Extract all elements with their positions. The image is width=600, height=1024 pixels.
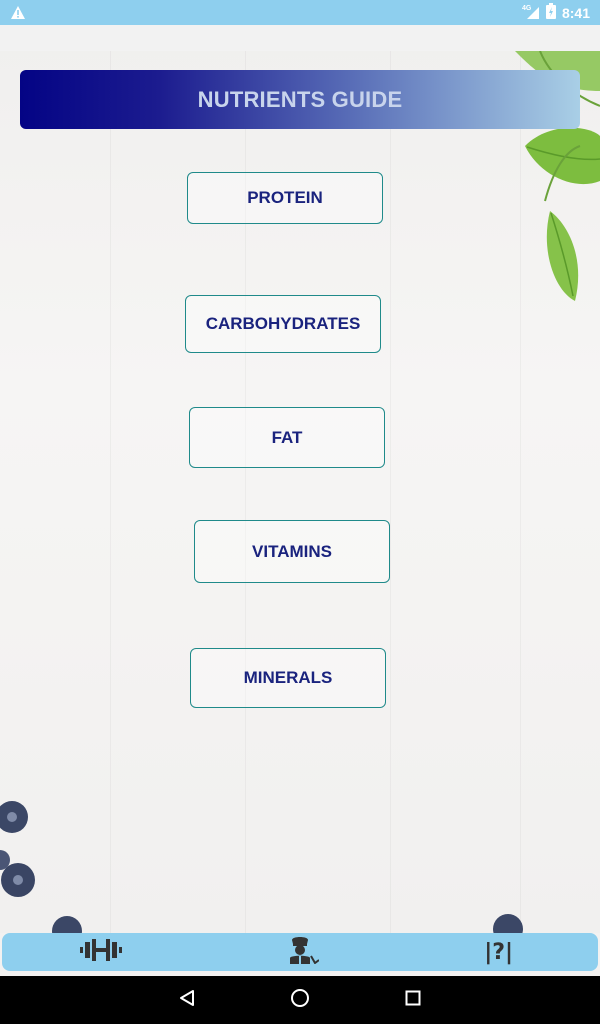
tab-help[interactable]: |?| xyxy=(469,933,529,971)
warning-icon xyxy=(10,5,26,25)
content-area: NUTRIENTS GUIDE PROTEIN CARBOHYDRATES FA… xyxy=(0,25,600,933)
protein-button[interactable]: PROTEIN xyxy=(187,172,383,224)
page-title: NUTRIENTS GUIDE xyxy=(197,86,403,112)
status-bar: 4G 8:41 xyxy=(0,0,600,25)
home-button[interactable] xyxy=(280,980,320,1020)
battery-icon xyxy=(545,3,556,22)
protein-button-label: PROTEIN xyxy=(247,188,323,207)
signal-icon: 4G xyxy=(521,4,540,20)
recents-icon xyxy=(405,990,421,1011)
vitamins-button-label: VITAMINS xyxy=(252,541,332,561)
vitamins-button[interactable]: VITAMINS xyxy=(194,520,390,583)
bottom-tab-bar: |?| xyxy=(2,933,598,971)
back-button[interactable] xyxy=(167,980,207,1020)
help-icon: |?| xyxy=(484,939,514,965)
minerals-button-label: MINERALS xyxy=(243,668,333,687)
minerals-button[interactable]: MINERALS xyxy=(190,648,386,708)
carbohydrates-button-label: CARBOHYDRATES xyxy=(205,314,361,333)
dumbbell-icon xyxy=(80,938,123,966)
back-icon xyxy=(178,989,196,1012)
chef-icon xyxy=(281,936,320,969)
android-nav-bar xyxy=(0,976,600,1024)
page-header: NUTRIENTS GUIDE xyxy=(20,70,580,129)
top-band xyxy=(0,25,600,51)
tab-workout[interactable] xyxy=(71,933,131,971)
clock: 8:41 xyxy=(561,4,590,21)
tab-chef[interactable] xyxy=(270,933,330,971)
fat-button[interactable]: FAT xyxy=(189,407,385,468)
blueberries-decoration xyxy=(0,801,523,933)
network-type: 4G xyxy=(521,4,532,12)
recents-button[interactable] xyxy=(393,980,433,1020)
home-icon xyxy=(290,988,310,1013)
fat-button-label: FAT xyxy=(271,427,303,447)
carbohydrates-button[interactable]: CARBOHYDRATES xyxy=(185,295,381,353)
